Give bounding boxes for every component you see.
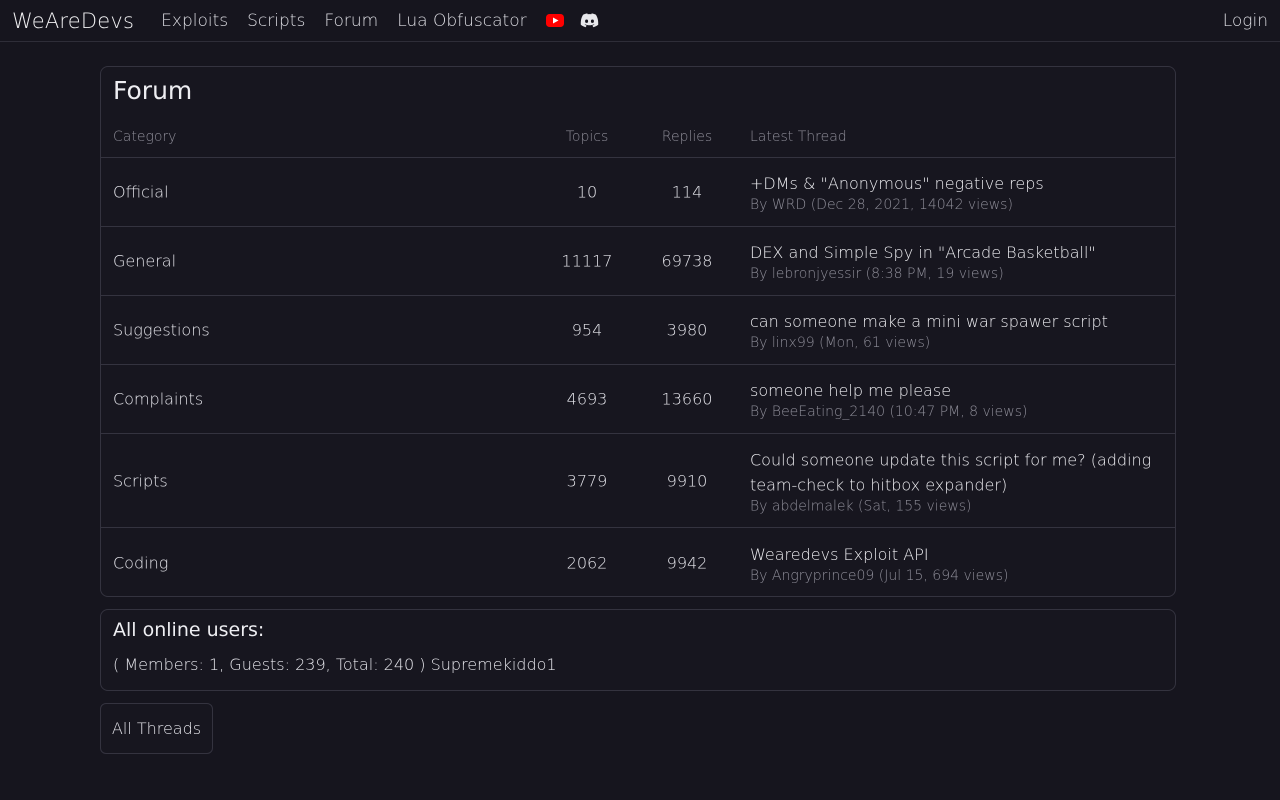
- topics-count: 2062: [566, 553, 608, 572]
- latest-thread-meta: By BeeEating_2140 (10:47 PM, 8 views): [750, 404, 1028, 420]
- replies-count: 69738: [661, 251, 713, 271]
- replies-count: 9942: [666, 553, 708, 572]
- forum-title: Forum: [113, 76, 193, 105]
- forum-card: Forum Category Topics Replies Latest Thr…: [100, 66, 1176, 597]
- topics-count: 11117: [561, 251, 613, 271]
- header-latest-thread: Latest Thread: [750, 129, 847, 145]
- latest-thread-link[interactable]: someone help me please: [750, 378, 1165, 403]
- header-category: Category: [113, 129, 177, 145]
- online-users-card: All online users: ( Members: 1, Guests: …: [100, 609, 1176, 691]
- latest-thread: can someone make a mini war spawer scrip…: [750, 309, 1165, 351]
- latest-thread: Wearedevs Exploit API By Angryprince09 (…: [750, 542, 1165, 584]
- table-row: Coding 2062 9942 Wearedevs Exploit API B…: [101, 528, 1175, 597]
- discord-icon[interactable]: [580, 13, 599, 28]
- top-navbar: WeAreDevs Exploits Scripts Forum Lua Obf…: [0, 0, 1280, 42]
- latest-thread-link[interactable]: DEX and Simple Spy in "Arcade Basketball…: [750, 240, 1165, 265]
- latest-thread: +DMs & "Anonymous" negative reps By WRD …: [750, 171, 1165, 213]
- latest-thread-link[interactable]: can someone make a mini war spawer scrip…: [750, 309, 1165, 334]
- table-row: Official 10 114 +DMs & "Anonymous" negat…: [101, 158, 1175, 227]
- category-link[interactable]: Official: [113, 183, 169, 202]
- topics-count: 10: [576, 182, 598, 202]
- category-link[interactable]: Coding: [113, 553, 168, 572]
- category-link[interactable]: Scripts: [113, 471, 168, 490]
- latest-thread-meta: By lebronjyessir (8:38 PM, 19 views): [750, 266, 1004, 282]
- topics-count: 3779: [566, 471, 608, 490]
- latest-thread-link[interactable]: Wearedevs Exploit API: [750, 542, 1165, 567]
- nav-link-lua-obfuscator[interactable]: Lua Obfuscator: [397, 11, 526, 31]
- topics-count: 4693: [566, 389, 608, 409]
- login-link[interactable]: Login: [1223, 0, 1268, 42]
- table-row: Scripts 3779 9910 Could someone update t…: [101, 434, 1175, 528]
- youtube-icon[interactable]: [545, 14, 564, 27]
- table-row: Complaints 4693 13660 someone help me pl…: [101, 365, 1175, 434]
- topics-count: 954: [571, 320, 603, 340]
- nav-link-scripts[interactable]: Scripts: [247, 11, 305, 31]
- header-topics: Topics: [565, 129, 609, 145]
- online-users-title: All online users:: [113, 619, 265, 641]
- latest-thread: DEX and Simple Spy in "Arcade Basketball…: [750, 240, 1165, 282]
- category-link[interactable]: Suggestions: [113, 321, 210, 340]
- latest-thread-link[interactable]: +DMs & "Anonymous" negative reps: [750, 171, 1165, 196]
- category-link[interactable]: Complaints: [113, 390, 203, 409]
- nav-link-exploits[interactable]: Exploits: [161, 11, 228, 31]
- nav-link-forum[interactable]: Forum: [324, 11, 378, 31]
- latest-thread-meta: By Angryprince09 (Jul 15, 694 views): [750, 567, 1009, 584]
- latest-thread: someone help me please By BeeEating_2140…: [750, 378, 1165, 420]
- replies-count: 114: [671, 182, 703, 202]
- latest-thread-meta: By linx99 (Mon, 61 views): [750, 335, 931, 351]
- latest-thread-meta: By abdelmalek (Sat, 155 views): [750, 498, 972, 514]
- replies-count: 3980: [666, 320, 708, 340]
- forum-table-header: Category Topics Replies Latest Thread: [101, 125, 1175, 158]
- table-row: Suggestions 954 3980 can someone make a …: [101, 296, 1175, 365]
- brand-logo-link[interactable]: WeAreDevs: [12, 9, 134, 33]
- latest-thread: Could someone update this script for me?…: [750, 447, 1165, 514]
- online-users-stats: ( Members: 1, Guests: 239, Total: 240 ) …: [113, 655, 557, 674]
- replies-count: 13660: [661, 389, 713, 409]
- header-replies: Replies: [661, 129, 713, 145]
- table-row: General 11117 69738 DEX and Simple Spy i…: [101, 227, 1175, 296]
- latest-thread-meta: By WRD (Dec 28, 2021, 14042 views): [750, 197, 1013, 213]
- category-link[interactable]: General: [113, 252, 176, 271]
- latest-thread-link[interactable]: Could someone update this script for me?…: [750, 447, 1165, 497]
- all-threads-button[interactable]: All Threads: [100, 703, 213, 754]
- replies-count: 9910: [666, 471, 708, 490]
